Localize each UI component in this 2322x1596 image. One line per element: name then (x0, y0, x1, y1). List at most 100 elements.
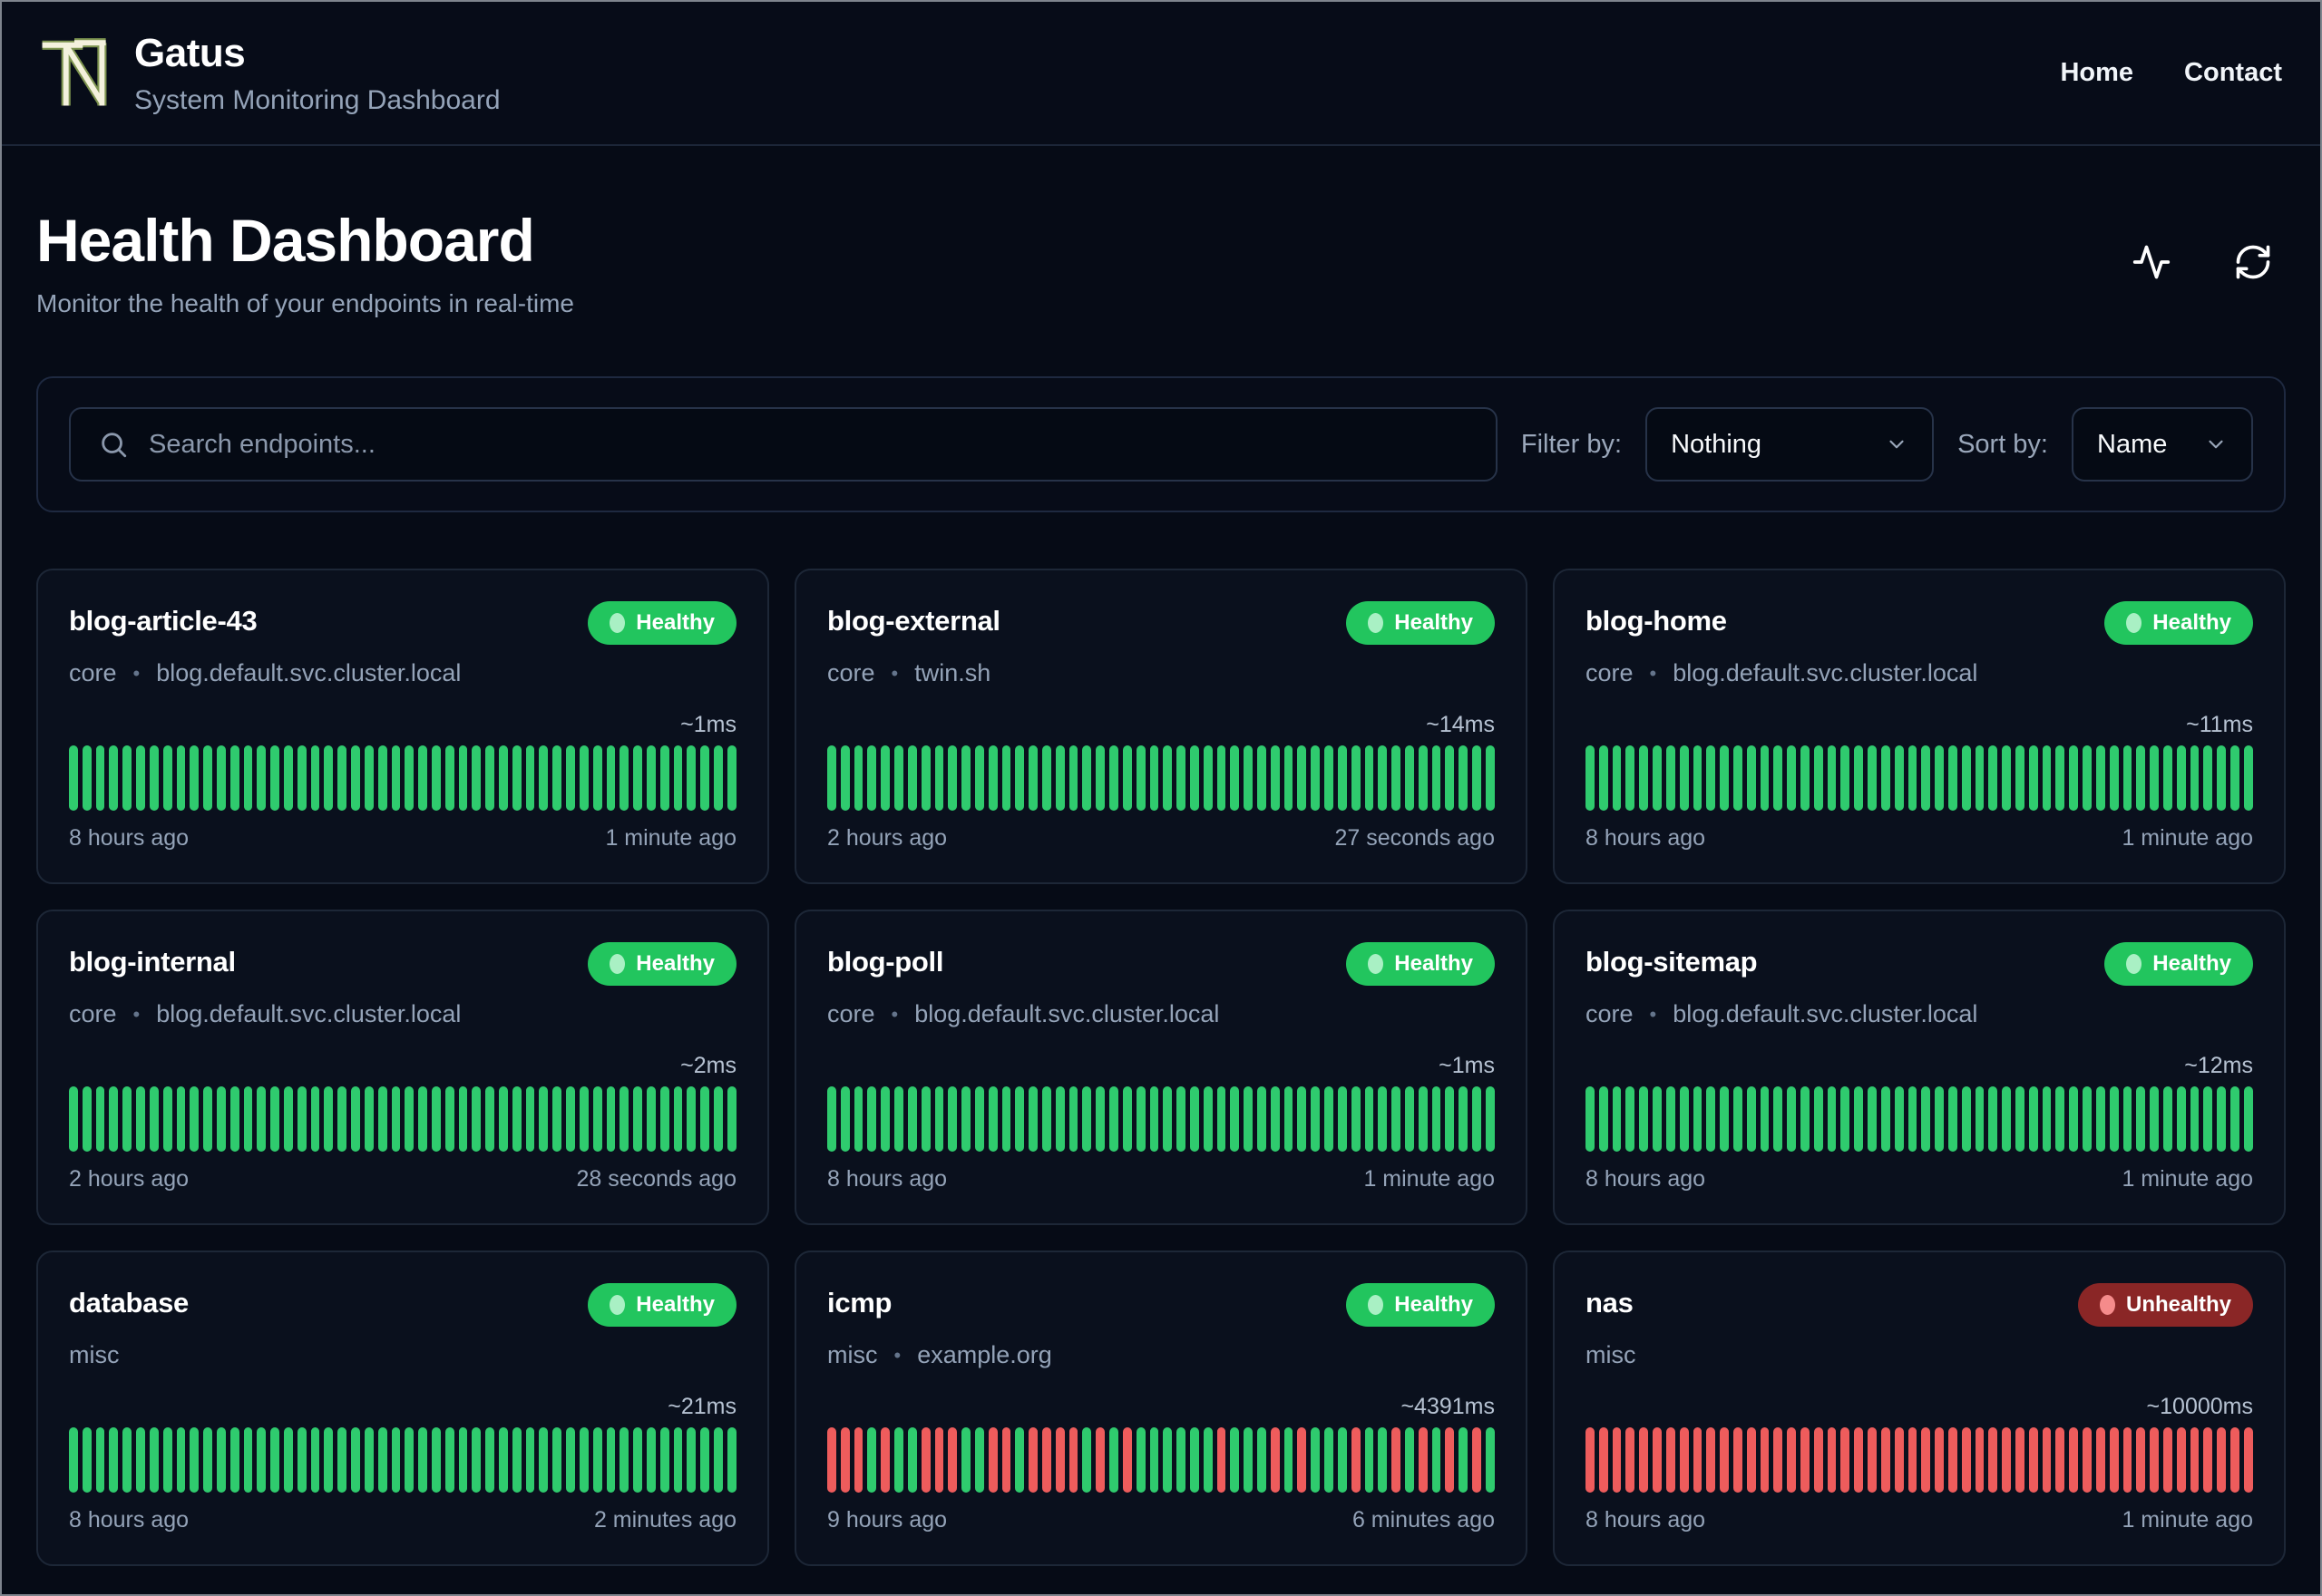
status-bar[interactable] (1975, 1427, 1985, 1493)
status-bar[interactable] (579, 1427, 589, 1493)
status-bar[interactable] (2190, 1086, 2200, 1152)
status-bar[interactable] (310, 745, 320, 811)
status-bar[interactable] (2136, 745, 2146, 811)
status-bar[interactable] (431, 1427, 441, 1493)
status-bar[interactable] (377, 745, 387, 811)
status-bar[interactable] (2069, 745, 2079, 811)
status-bar[interactable] (1136, 745, 1146, 811)
status-bar[interactable] (216, 745, 226, 811)
status-bar[interactable] (82, 745, 92, 811)
status-bar[interactable] (1337, 1086, 1347, 1152)
endpoint-card[interactable]: database Healthy misc • ~21ms 8 hours ag… (36, 1251, 769, 1566)
endpoint-card[interactable]: blog-home Healthy core • blog.default.sv… (1553, 569, 2286, 884)
status-bar[interactable] (840, 745, 850, 811)
status-bar[interactable] (1787, 1427, 1796, 1493)
status-bar[interactable] (566, 1086, 575, 1152)
history-bars[interactable] (827, 745, 1495, 811)
status-bar[interactable] (1311, 1086, 1321, 1152)
status-bar[interactable] (109, 745, 119, 811)
status-bar[interactable] (1297, 1427, 1307, 1493)
status-bar[interactable] (405, 1427, 415, 1493)
status-bar[interactable] (1787, 745, 1796, 811)
status-bar[interactable] (1732, 745, 1742, 811)
status-bar[interactable] (2055, 1427, 2065, 1493)
history-bars[interactable] (1585, 745, 2253, 811)
status-bar[interactable] (1800, 745, 1810, 811)
status-bar[interactable] (727, 1086, 737, 1152)
status-bar[interactable] (1230, 745, 1240, 811)
status-bar[interactable] (1665, 745, 1675, 811)
status-bar[interactable] (687, 745, 697, 811)
status-bar[interactable] (431, 745, 441, 811)
status-bar[interactable] (1029, 1427, 1038, 1493)
status-bar[interactable] (377, 1086, 387, 1152)
status-bar[interactable] (1459, 745, 1468, 811)
status-bar[interactable] (444, 1427, 454, 1493)
filter-select[interactable]: Nothing (1645, 407, 1935, 482)
status-bar[interactable] (1176, 745, 1185, 811)
status-bar[interactable] (592, 1427, 602, 1493)
status-bar[interactable] (176, 1427, 186, 1493)
status-bar[interactable] (310, 1086, 320, 1152)
status-bar[interactable] (1391, 1427, 1400, 1493)
status-bar[interactable] (633, 1086, 642, 1152)
status-bar[interactable] (109, 1086, 119, 1152)
status-bar[interactable] (1665, 1086, 1675, 1152)
status-bar[interactable] (284, 1086, 293, 1152)
status-bar[interactable] (840, 1086, 850, 1152)
activity-icon[interactable] (2132, 242, 2171, 282)
status-bar[interactable] (1459, 1086, 1468, 1152)
status-bar[interactable] (1800, 1427, 1810, 1493)
status-bar[interactable] (216, 1086, 226, 1152)
status-bar[interactable] (1042, 1427, 1051, 1493)
status-bar[interactable] (1975, 1086, 1985, 1152)
status-bar[interactable] (988, 1427, 998, 1493)
status-bar[interactable] (1096, 1086, 1106, 1152)
status-bar[interactable] (190, 1086, 200, 1152)
status-bar[interactable] (1283, 1427, 1293, 1493)
status-bar[interactable] (1880, 745, 1890, 811)
status-bar[interactable] (1975, 745, 1985, 811)
status-bar[interactable] (1840, 745, 1850, 811)
status-bar[interactable] (2083, 1086, 2092, 1152)
status-bar[interactable] (881, 1427, 891, 1493)
status-bar[interactable] (257, 1427, 267, 1493)
endpoint-card[interactable]: blog-external Healthy core • twin.sh ~14… (795, 569, 1527, 884)
status-bar[interactable] (2109, 1086, 2119, 1152)
status-bar[interactable] (646, 1427, 656, 1493)
status-bar[interactable] (2176, 1086, 2186, 1152)
status-bar[interactable] (1283, 745, 1293, 811)
status-bar[interactable] (1679, 1427, 1689, 1493)
status-bar[interactable] (149, 1086, 159, 1152)
status-bar[interactable] (1827, 745, 1837, 811)
status-bar[interactable] (418, 745, 427, 811)
status-bar[interactable] (525, 1427, 535, 1493)
status-bar[interactable] (1947, 1086, 1957, 1152)
status-bar[interactable] (827, 1086, 836, 1152)
status-bar[interactable] (633, 745, 642, 811)
status-bar[interactable] (1042, 1086, 1051, 1152)
status-bar[interactable] (948, 745, 958, 811)
status-bar[interactable] (2230, 1086, 2239, 1152)
status-bar[interactable] (1055, 1086, 1065, 1152)
status-bar[interactable] (1720, 745, 1729, 811)
status-bar[interactable] (1096, 745, 1106, 811)
history-bars[interactable] (69, 1427, 737, 1493)
status-bar[interactable] (136, 745, 145, 811)
status-bar[interactable] (1894, 1086, 1904, 1152)
status-bar[interactable] (1639, 745, 1649, 811)
status-bar[interactable] (458, 1427, 468, 1493)
status-bar[interactable] (2203, 1427, 2213, 1493)
status-bar[interactable] (606, 1086, 616, 1152)
status-bar[interactable] (485, 1427, 494, 1493)
status-bar[interactable] (257, 745, 267, 811)
status-bar[interactable] (700, 745, 709, 811)
status-bar[interactable] (1459, 1427, 1468, 1493)
status-bar[interactable] (364, 1427, 374, 1493)
status-bar[interactable] (854, 745, 863, 811)
status-bar[interactable] (1585, 745, 1595, 811)
status-bar[interactable] (1364, 1427, 1374, 1493)
status-bar[interactable] (1364, 745, 1374, 811)
status-bar[interactable] (988, 745, 998, 811)
status-bar[interactable] (458, 745, 468, 811)
